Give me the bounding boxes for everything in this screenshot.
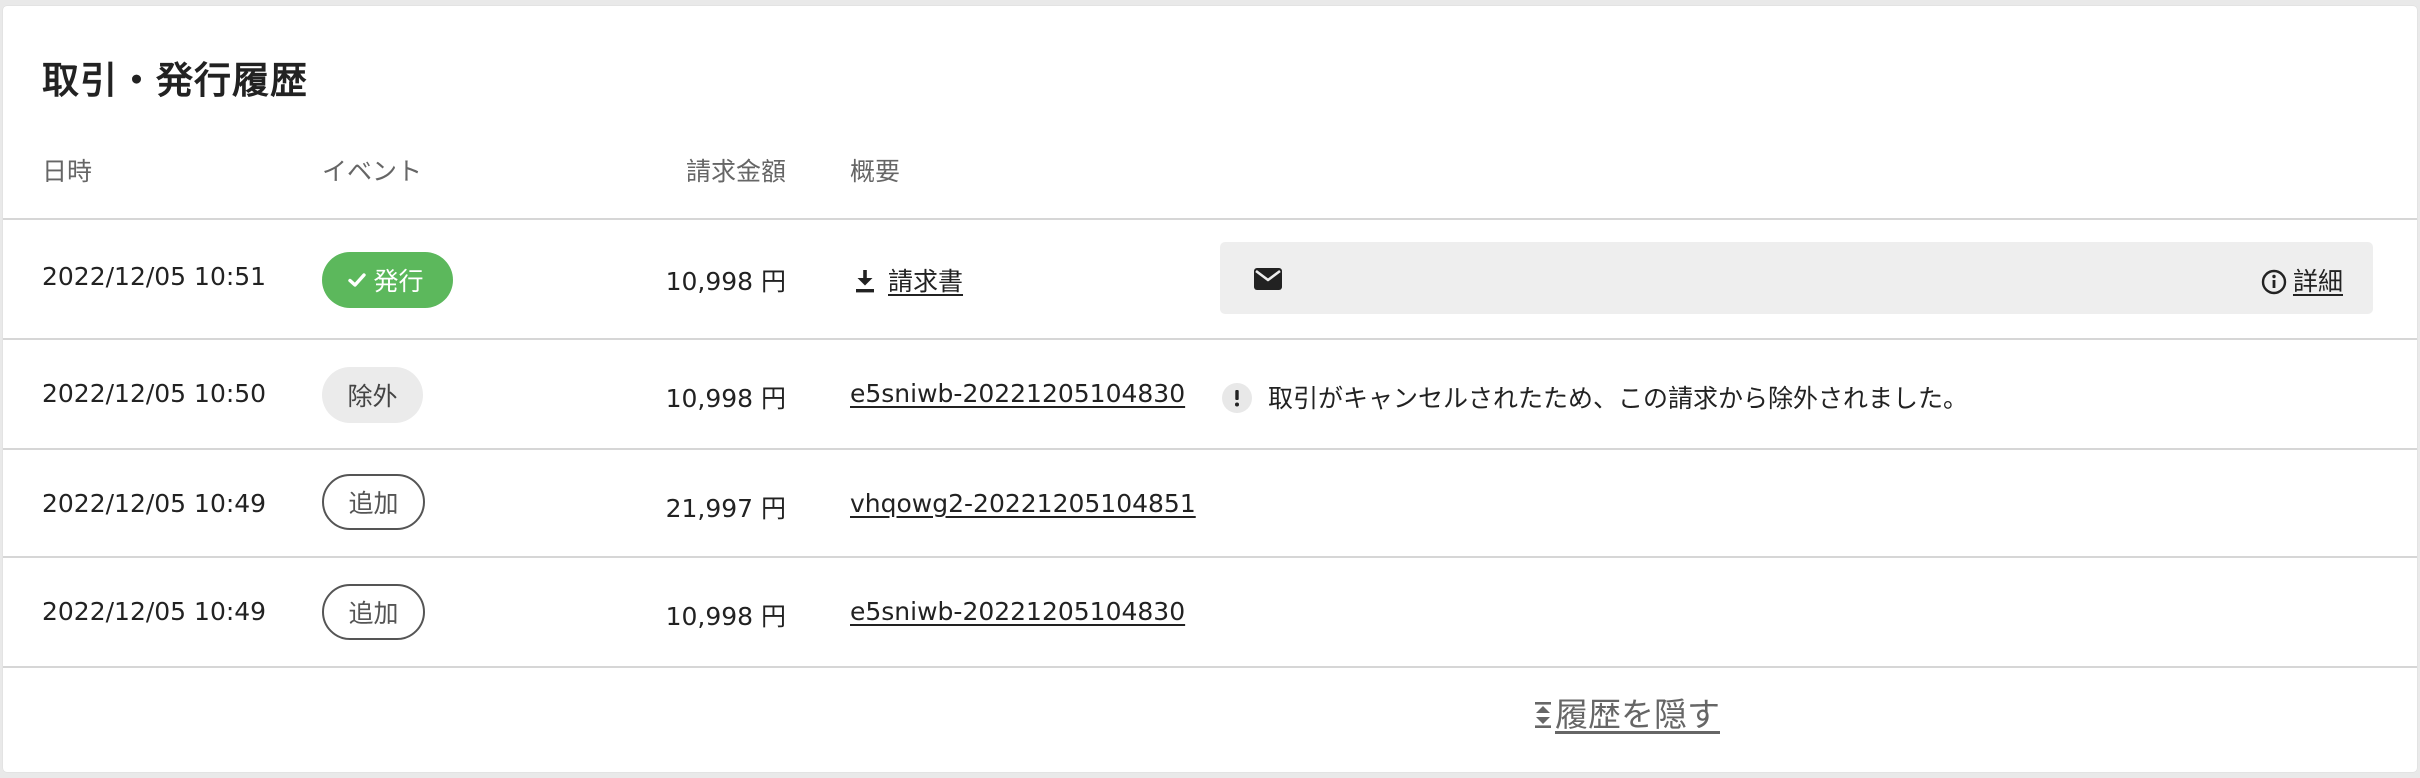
row-date: 2022/12/05 10:50 <box>42 379 267 408</box>
transaction-link[interactable]: vhqowg2-20221205104851 <box>850 489 1196 518</box>
event-badge-label: 除外 <box>347 382 398 411</box>
row-date: 2022/12/05 10:49 <box>42 489 267 518</box>
invoice-download-link[interactable]: 請求書 <box>854 262 963 298</box>
detail-link-label[interactable]: 詳細 <box>2293 267 2343 296</box>
download-icon <box>856 270 874 293</box>
detail-link[interactable]: 詳細 <box>2261 262 2343 298</box>
exclamation-icon <box>1222 383 1252 413</box>
event-badge-added: 追加 <box>322 584 425 640</box>
exclusion-note: 取引がキャンセルされたため、この請求から除外されました。 <box>1222 379 1968 415</box>
row-amount: 10,998 円 <box>665 384 786 413</box>
column-header-event: イベント <box>322 157 423 186</box>
event-badge-label: 発行 <box>373 267 424 296</box>
table-row: 2022/12/05 10:49 追加 21,997 円 vhqowg2-202… <box>3 450 2417 558</box>
event-badge-issued: 発行 <box>322 252 453 308</box>
column-header-amount: 請求金額 <box>685 157 786 186</box>
hide-history-button[interactable]: 履歴を隠す <box>1533 688 1720 736</box>
info-icon <box>2261 269 2287 295</box>
event-badge-added: 追加 <box>322 474 425 530</box>
table-row: 2022/12/05 10:51 発行 10,998 円 請求書 詳細 <box>3 220 2417 340</box>
exclusion-note-text: 取引がキャンセルされたため、この請求から除外されました。 <box>1268 384 1969 413</box>
check-icon <box>348 273 367 287</box>
row-date: 2022/12/05 10:51 <box>42 262 267 291</box>
envelope-icon[interactable] <box>1254 268 1282 290</box>
collapse-icon <box>1535 702 1551 728</box>
mail-notice-bar: 詳細 <box>1220 242 2373 314</box>
invoice-link-label[interactable]: 請求書 <box>888 267 963 296</box>
row-amount: 10,998 円 <box>665 267 786 296</box>
history-card: 取引・発行履歴 日時 イベント 請求金額 概要 2022/12/05 10:51… <box>3 6 2417 772</box>
hide-history-label[interactable]: 履歴を隠す <box>1555 695 1720 734</box>
event-badge-excluded: 除外 <box>322 367 423 423</box>
row-date: 2022/12/05 10:49 <box>42 597 267 626</box>
column-header-summary: 概要 <box>850 157 901 186</box>
transaction-link[interactable]: e5sniwb-20221205104830 <box>850 379 1185 408</box>
transaction-link[interactable]: e5sniwb-20221205104830 <box>850 597 1185 626</box>
table-row: 2022/12/05 10:49 追加 10,998 円 e5sniwb-202… <box>3 558 2417 668</box>
section-title: 取引・発行履歴 <box>42 59 308 102</box>
column-header-date: 日時 <box>42 157 93 186</box>
event-badge-label: 追加 <box>348 489 399 518</box>
row-amount: 21,997 円 <box>665 494 786 523</box>
table-row: 2022/12/05 10:50 除外 10,998 円 e5sniwb-202… <box>3 340 2417 450</box>
table-header: 日時 イベント 請求金額 概要 <box>3 136 2417 220</box>
row-amount: 10,998 円 <box>665 602 786 631</box>
event-badge-label: 追加 <box>348 599 399 628</box>
